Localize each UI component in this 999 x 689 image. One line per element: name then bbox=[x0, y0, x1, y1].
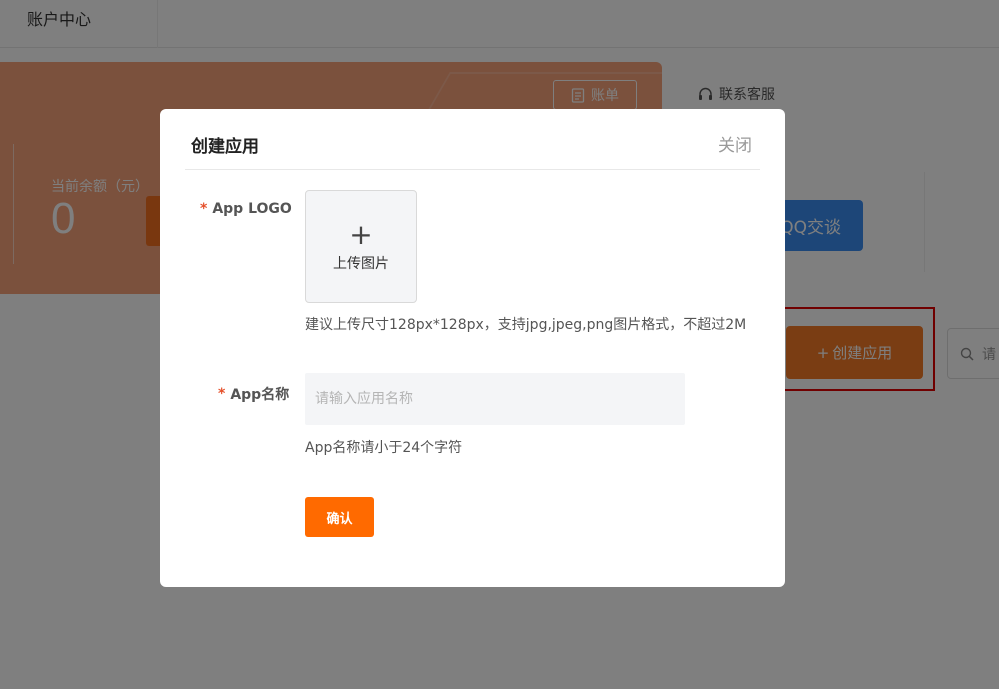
required-mark: * bbox=[200, 201, 208, 217]
close-button[interactable]: 关闭 bbox=[718, 131, 752, 156]
upload-image-label: 上传图片 bbox=[333, 255, 389, 272]
upload-image-button[interactable]: + 上传图片 bbox=[305, 190, 417, 303]
create-app-modal: 创建应用 关闭 * App LOGO + 上传图片 建议上传尺寸128px*12… bbox=[160, 109, 785, 587]
app-name-hint: App名称请小于24个字符 bbox=[305, 440, 463, 456]
logo-hint: 建议上传尺寸128px*128px，支持jpg,jpeg,png图片格式，不超过… bbox=[305, 317, 747, 333]
modal-title: 创建应用 bbox=[191, 137, 259, 157]
confirm-button[interactable]: 确认 bbox=[305, 497, 374, 537]
required-mark: * bbox=[218, 386, 226, 402]
app-name-label-text: App名称 bbox=[230, 387, 290, 403]
app-logo-label-text: App LOGO bbox=[212, 201, 292, 217]
app-name-label: * App名称 bbox=[218, 384, 289, 404]
plus-icon: + bbox=[349, 217, 373, 251]
modal-divider bbox=[185, 169, 760, 170]
app-name-input[interactable] bbox=[305, 373, 685, 425]
app-logo-label: * App LOGO bbox=[200, 201, 292, 217]
